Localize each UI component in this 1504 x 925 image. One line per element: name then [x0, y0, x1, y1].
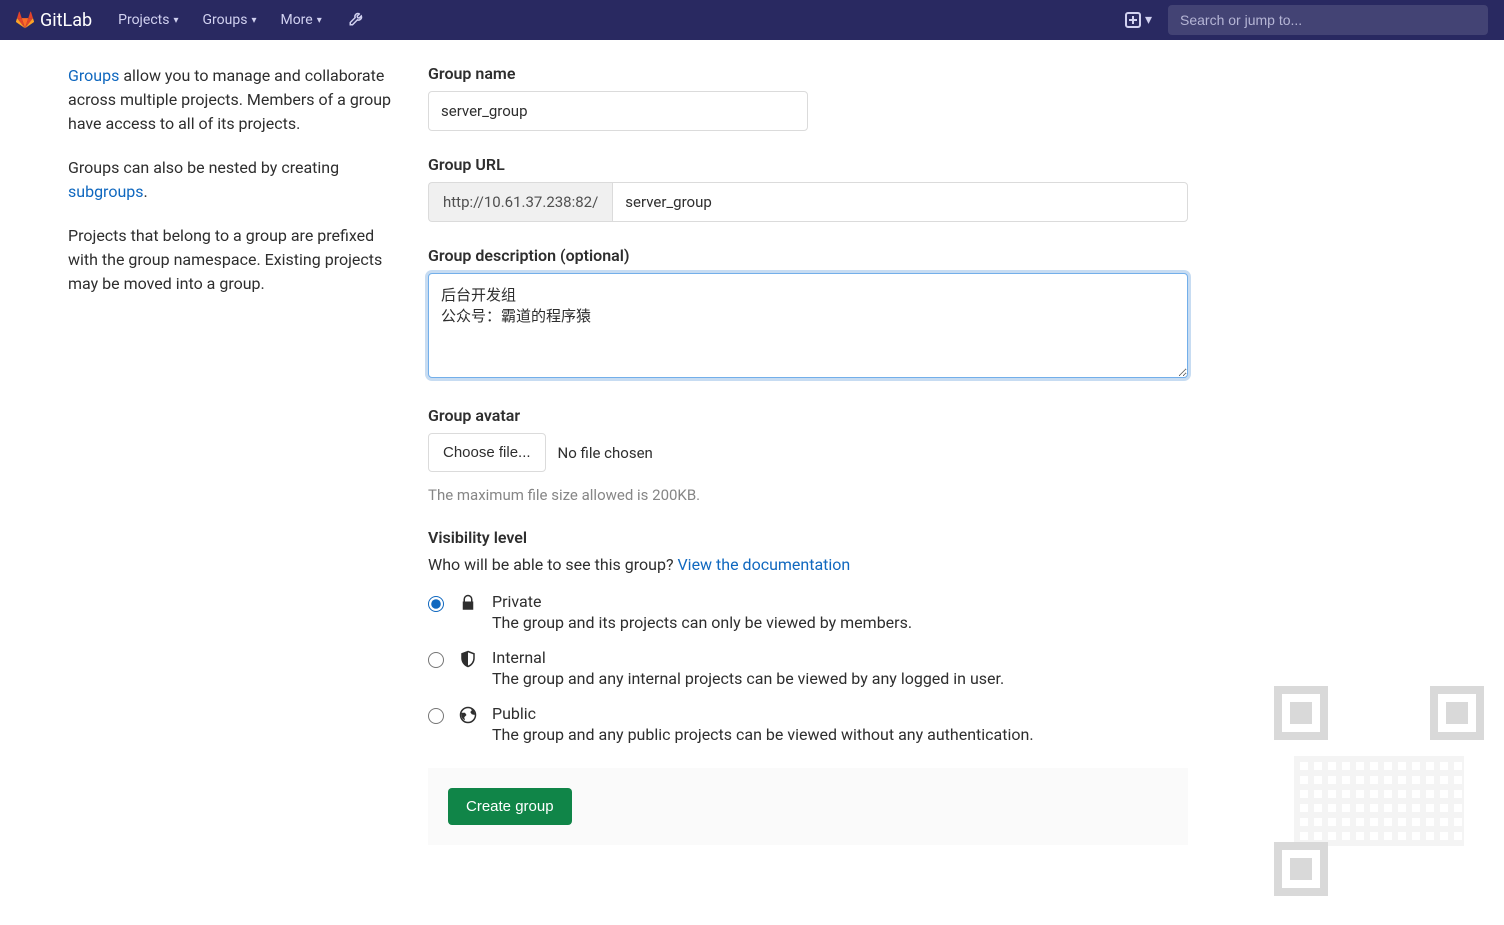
visibility-title: Private: [492, 592, 1188, 611]
visibility-desc: The group and its projects can only be v…: [492, 613, 1188, 632]
visibility-radio-public[interactable]: [428, 708, 444, 724]
search-input[interactable]: [1180, 12, 1476, 28]
group-url-base: http://10.61.37.238:82/: [428, 182, 612, 222]
visibility-radio-private[interactable]: [428, 596, 444, 612]
create-group-button[interactable]: Create group: [448, 788, 572, 825]
sidebar-para-1: Groups allow you to manage and collabora…: [68, 64, 396, 136]
avatar-hint: The maximum file size allowed is 200KB.: [428, 486, 1188, 504]
brand-text: GitLab: [40, 10, 92, 31]
chevron-down-icon: ▾: [251, 15, 256, 26]
group-url-label: Group URL: [428, 155, 1188, 174]
submit-bar: Create group: [428, 768, 1188, 845]
gitlab-logo-icon: [16, 11, 34, 29]
nav-projects[interactable]: Projects ▾: [108, 6, 188, 34]
visibility-option-private[interactable]: Private The group and its projects can o…: [428, 592, 1188, 632]
top-navbar: GitLab Projects ▾ Groups ▾ More ▾ ▾: [0, 0, 1504, 40]
info-sidebar: Groups allow you to manage and collabora…: [68, 64, 428, 845]
visibility-title: Internal: [492, 648, 1188, 667]
visibility-radio-internal[interactable]: [428, 652, 444, 668]
new-group-form: Group name Group URL http://10.61.37.238…: [428, 64, 1188, 845]
admin-wrench-icon[interactable]: [348, 9, 366, 31]
shield-icon: [458, 650, 478, 668]
global-search[interactable]: [1168, 5, 1488, 35]
file-chosen-status: No file chosen: [558, 444, 653, 462]
nav-groups[interactable]: Groups ▾: [193, 6, 267, 34]
visibility-option-internal[interactable]: Internal The group and any internal proj…: [428, 648, 1188, 688]
chevron-down-icon: ▾: [1145, 12, 1152, 28]
visibility-desc: The group and any public projects can be…: [492, 725, 1188, 744]
group-url-input[interactable]: [612, 182, 1188, 222]
visibility-docs-link[interactable]: View the documentation: [677, 555, 850, 574]
visibility-desc: The group and any internal projects can …: [492, 669, 1188, 688]
visibility-title: Public: [492, 704, 1188, 723]
brand[interactable]: GitLab: [16, 10, 92, 31]
lock-icon: [458, 594, 478, 612]
group-name-label: Group name: [428, 64, 1188, 83]
sidebar-para-3: Projects that belong to a group are pref…: [68, 224, 396, 296]
group-desc-textarea[interactable]: [428, 273, 1188, 378]
visibility-option-public[interactable]: Public The group and any public projects…: [428, 704, 1188, 744]
chevron-down-icon: ▾: [317, 15, 322, 26]
group-name-input[interactable]: [428, 91, 808, 131]
group-avatar-label: Group avatar: [428, 406, 1188, 425]
nav-more[interactable]: More ▾: [270, 6, 331, 34]
groups-link[interactable]: Groups: [68, 66, 119, 85]
nav-items: Projects ▾ Groups ▾ More ▾: [108, 6, 366, 34]
globe-icon: [458, 706, 478, 724]
subgroups-link[interactable]: subgroups: [68, 182, 144, 201]
plus-square-icon: [1125, 12, 1141, 28]
visibility-label: Visibility level: [428, 528, 1188, 547]
visibility-intro: Who will be able to see this group? View…: [428, 555, 1188, 574]
sidebar-para-2: Groups can also be nested by creating su…: [68, 156, 396, 204]
choose-file-button[interactable]: Choose file...: [428, 433, 546, 472]
chevron-down-icon: ▾: [173, 15, 178, 26]
group-desc-label: Group description (optional): [428, 246, 1188, 265]
new-dropdown[interactable]: ▾: [1125, 12, 1152, 28]
